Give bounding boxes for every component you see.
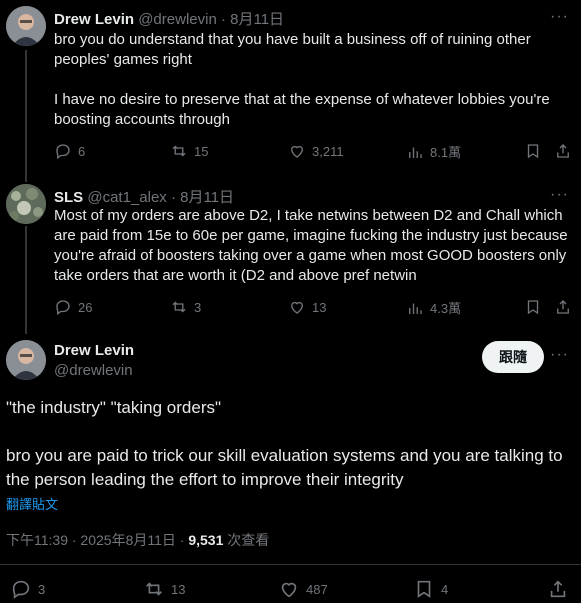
tweet-paragraph: bro you are paid to trick our skill eval… bbox=[6, 446, 563, 489]
share-icon bbox=[557, 300, 569, 314]
more-options-icon[interactable]: ··· bbox=[550, 346, 569, 364]
bookmark-count: 4 bbox=[441, 581, 449, 597]
avatar[interactable] bbox=[6, 340, 46, 380]
share-icon bbox=[557, 144, 569, 158]
avatar[interactable] bbox=[6, 184, 46, 224]
display-name[interactable]: Drew Levin bbox=[54, 342, 134, 359]
heart-icon bbox=[291, 145, 303, 158]
tweet[interactable]: Drew Levin @drewlevin · 8月11日 ··· bro yo… bbox=[0, 0, 581, 170]
more-options-icon[interactable]: ··· bbox=[550, 186, 569, 204]
tweet-metadata: 下午11:39 · 2025年8月11日 · 9,531 次查看 bbox=[6, 530, 269, 550]
retweet-count: 3 bbox=[194, 299, 202, 315]
retweet-button[interactable]: 3 bbox=[170, 298, 201, 316]
heart-icon bbox=[281, 582, 297, 598]
display-name-text[interactable]: Drew Levin bbox=[54, 342, 134, 359]
bookmark-icon bbox=[417, 580, 431, 598]
more-options-icon[interactable]: ··· bbox=[550, 8, 569, 26]
like-button[interactable]: 487 bbox=[278, 578, 328, 600]
tweet-actions: 6 15 3,211 8.1萬 bbox=[54, 142, 571, 162]
tweet-text: "the industry" "taking orders" bro you a… bbox=[6, 396, 571, 492]
display-name[interactable]: SLS bbox=[54, 189, 83, 206]
like-count: 13 bbox=[312, 299, 327, 315]
tweet-paragraph: I have no desire to preserve that at the… bbox=[54, 91, 550, 128]
tweet-actions: 3 13 487 4 bbox=[10, 578, 571, 602]
bookmark-icon bbox=[527, 144, 539, 159]
tweet-paragraph: bro you do understand that you have buil… bbox=[54, 31, 531, 68]
retweet-icon bbox=[146, 582, 162, 596]
like-button[interactable]: 13 bbox=[288, 298, 326, 316]
views-count: 4.3萬 bbox=[430, 301, 462, 316]
tweet[interactable]: SLS @cat1_alex · 8月11日 ··· Most of my or… bbox=[0, 178, 581, 328]
retweet-count: 15 bbox=[194, 143, 209, 159]
reply-count: 26 bbox=[78, 299, 93, 315]
retweet-count: 13 bbox=[171, 581, 186, 597]
reply-button[interactable]: 26 bbox=[54, 298, 92, 316]
display-name[interactable]: Drew Levin bbox=[54, 11, 134, 28]
reply-count: 6 bbox=[78, 143, 86, 159]
handle[interactable]: @drewlevin bbox=[54, 362, 133, 379]
bookmark-button[interactable] bbox=[524, 142, 542, 160]
views-icon bbox=[409, 147, 422, 158]
views-label: 次查看 bbox=[223, 532, 270, 548]
like-count: 487 bbox=[306, 581, 328, 597]
reply-button[interactable]: 3 bbox=[10, 578, 45, 600]
translate-link[interactable]: 翻譯貼文 bbox=[6, 494, 58, 513]
divider bbox=[0, 564, 581, 565]
tweet-header: Drew Levin @drewlevin · 8月11日 bbox=[54, 8, 284, 29]
reply-icon bbox=[56, 144, 70, 160]
tweet-paragraph: "the industry" "taking orders" bbox=[6, 398, 222, 417]
like-count: 3,211 bbox=[312, 143, 344, 159]
timestamp[interactable]: · 8月11日 bbox=[221, 11, 284, 28]
bookmark-button[interactable] bbox=[524, 298, 542, 316]
share-button[interactable] bbox=[547, 578, 569, 600]
heart-icon bbox=[291, 301, 303, 314]
timestamp[interactable]: · 8月11日 bbox=[171, 189, 234, 206]
handle-text[interactable]: @drewlevin bbox=[54, 362, 133, 379]
views-count: 8.1萬 bbox=[430, 145, 462, 160]
tweet-text: Most of my orders are above D2, I take n… bbox=[54, 206, 569, 286]
retweet-icon bbox=[172, 301, 186, 313]
like-button[interactable]: 3,211 bbox=[288, 142, 344, 160]
share-button[interactable] bbox=[554, 142, 572, 160]
retweet-icon bbox=[172, 145, 186, 157]
tweet-text: bro you do understand that you have buil… bbox=[54, 30, 569, 130]
handle[interactable]: @cat1_alex bbox=[87, 189, 166, 206]
views-button[interactable]: 4.3萬 bbox=[406, 298, 461, 317]
handle[interactable]: @drewlevin bbox=[138, 11, 217, 28]
bookmark-button[interactable]: 4 bbox=[413, 578, 448, 600]
views-count: 9,531 bbox=[188, 532, 224, 548]
reply-icon bbox=[12, 580, 30, 599]
tweet-paragraph: Most of my orders are above D2, I take n… bbox=[54, 207, 568, 284]
share-button[interactable] bbox=[554, 298, 572, 316]
retweet-button[interactable]: 15 bbox=[170, 142, 208, 160]
follow-button[interactable]: 跟隨 bbox=[482, 341, 544, 373]
timestamp[interactable]: 下午11:39 · 2025年8月11日 · bbox=[6, 532, 188, 548]
reply-button[interactable]: 6 bbox=[54, 142, 85, 160]
tweet-actions: 26 3 13 4.3萬 bbox=[54, 298, 571, 318]
reply-icon bbox=[56, 300, 70, 316]
share-icon bbox=[550, 580, 566, 598]
tweet-header: SLS @cat1_alex · 8月11日 bbox=[54, 186, 234, 207]
views-button[interactable]: 8.1萬 bbox=[406, 142, 461, 161]
reply-count: 3 bbox=[38, 581, 46, 597]
retweet-button[interactable]: 13 bbox=[143, 578, 185, 600]
avatar[interactable] bbox=[6, 6, 46, 46]
bookmark-icon bbox=[527, 300, 539, 315]
views-icon bbox=[409, 303, 422, 314]
